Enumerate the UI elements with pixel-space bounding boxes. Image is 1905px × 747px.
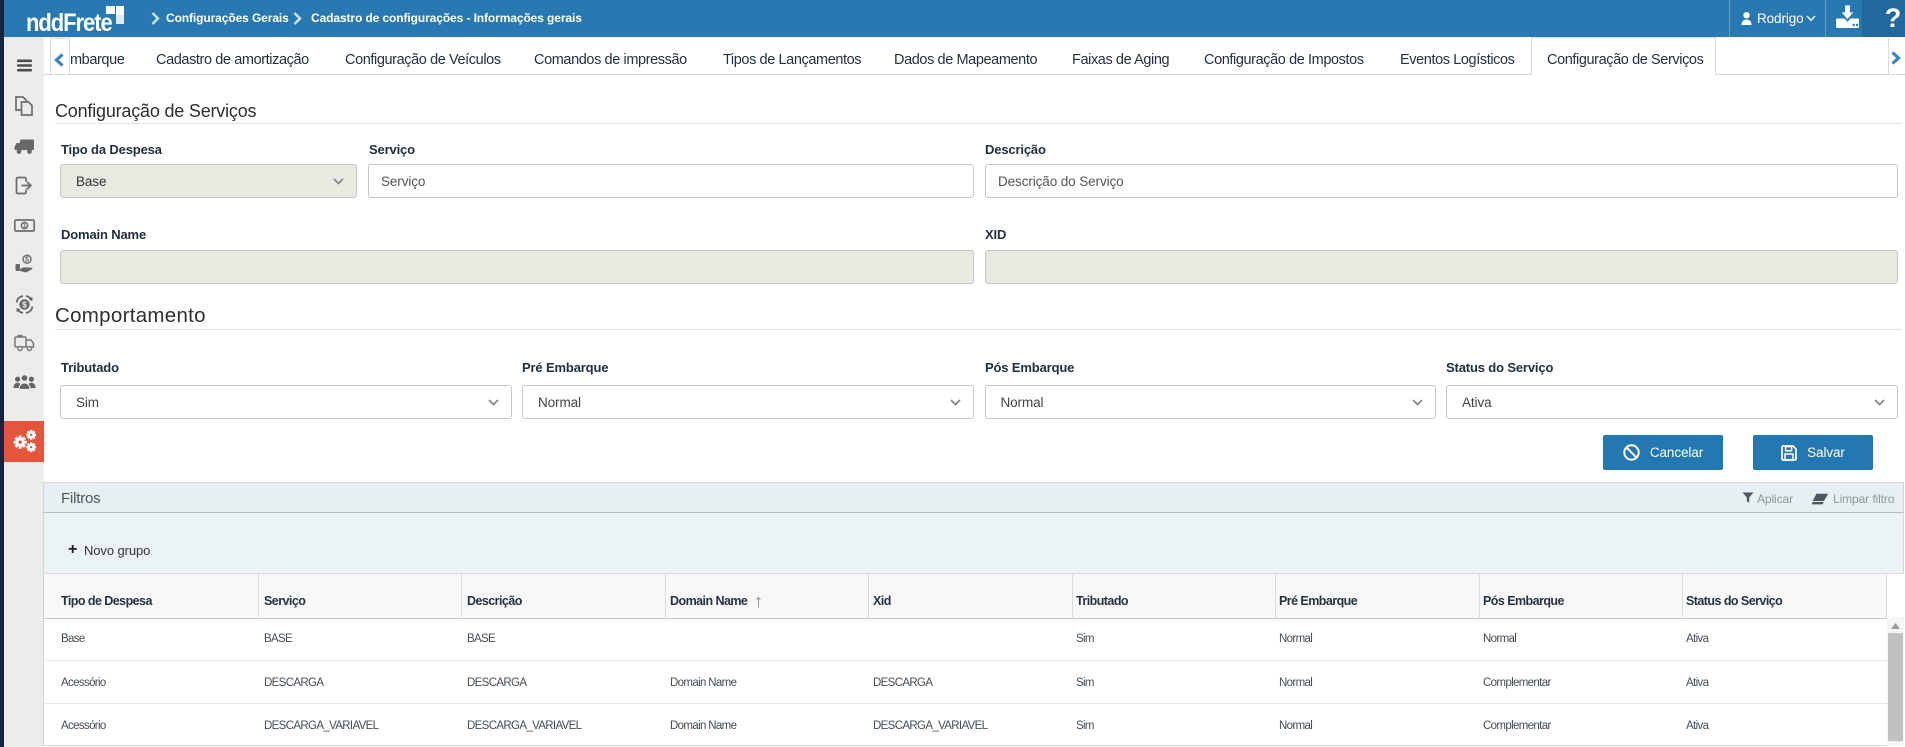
svg-text:$: $ [25,257,29,264]
svg-text:$: $ [22,300,27,310]
